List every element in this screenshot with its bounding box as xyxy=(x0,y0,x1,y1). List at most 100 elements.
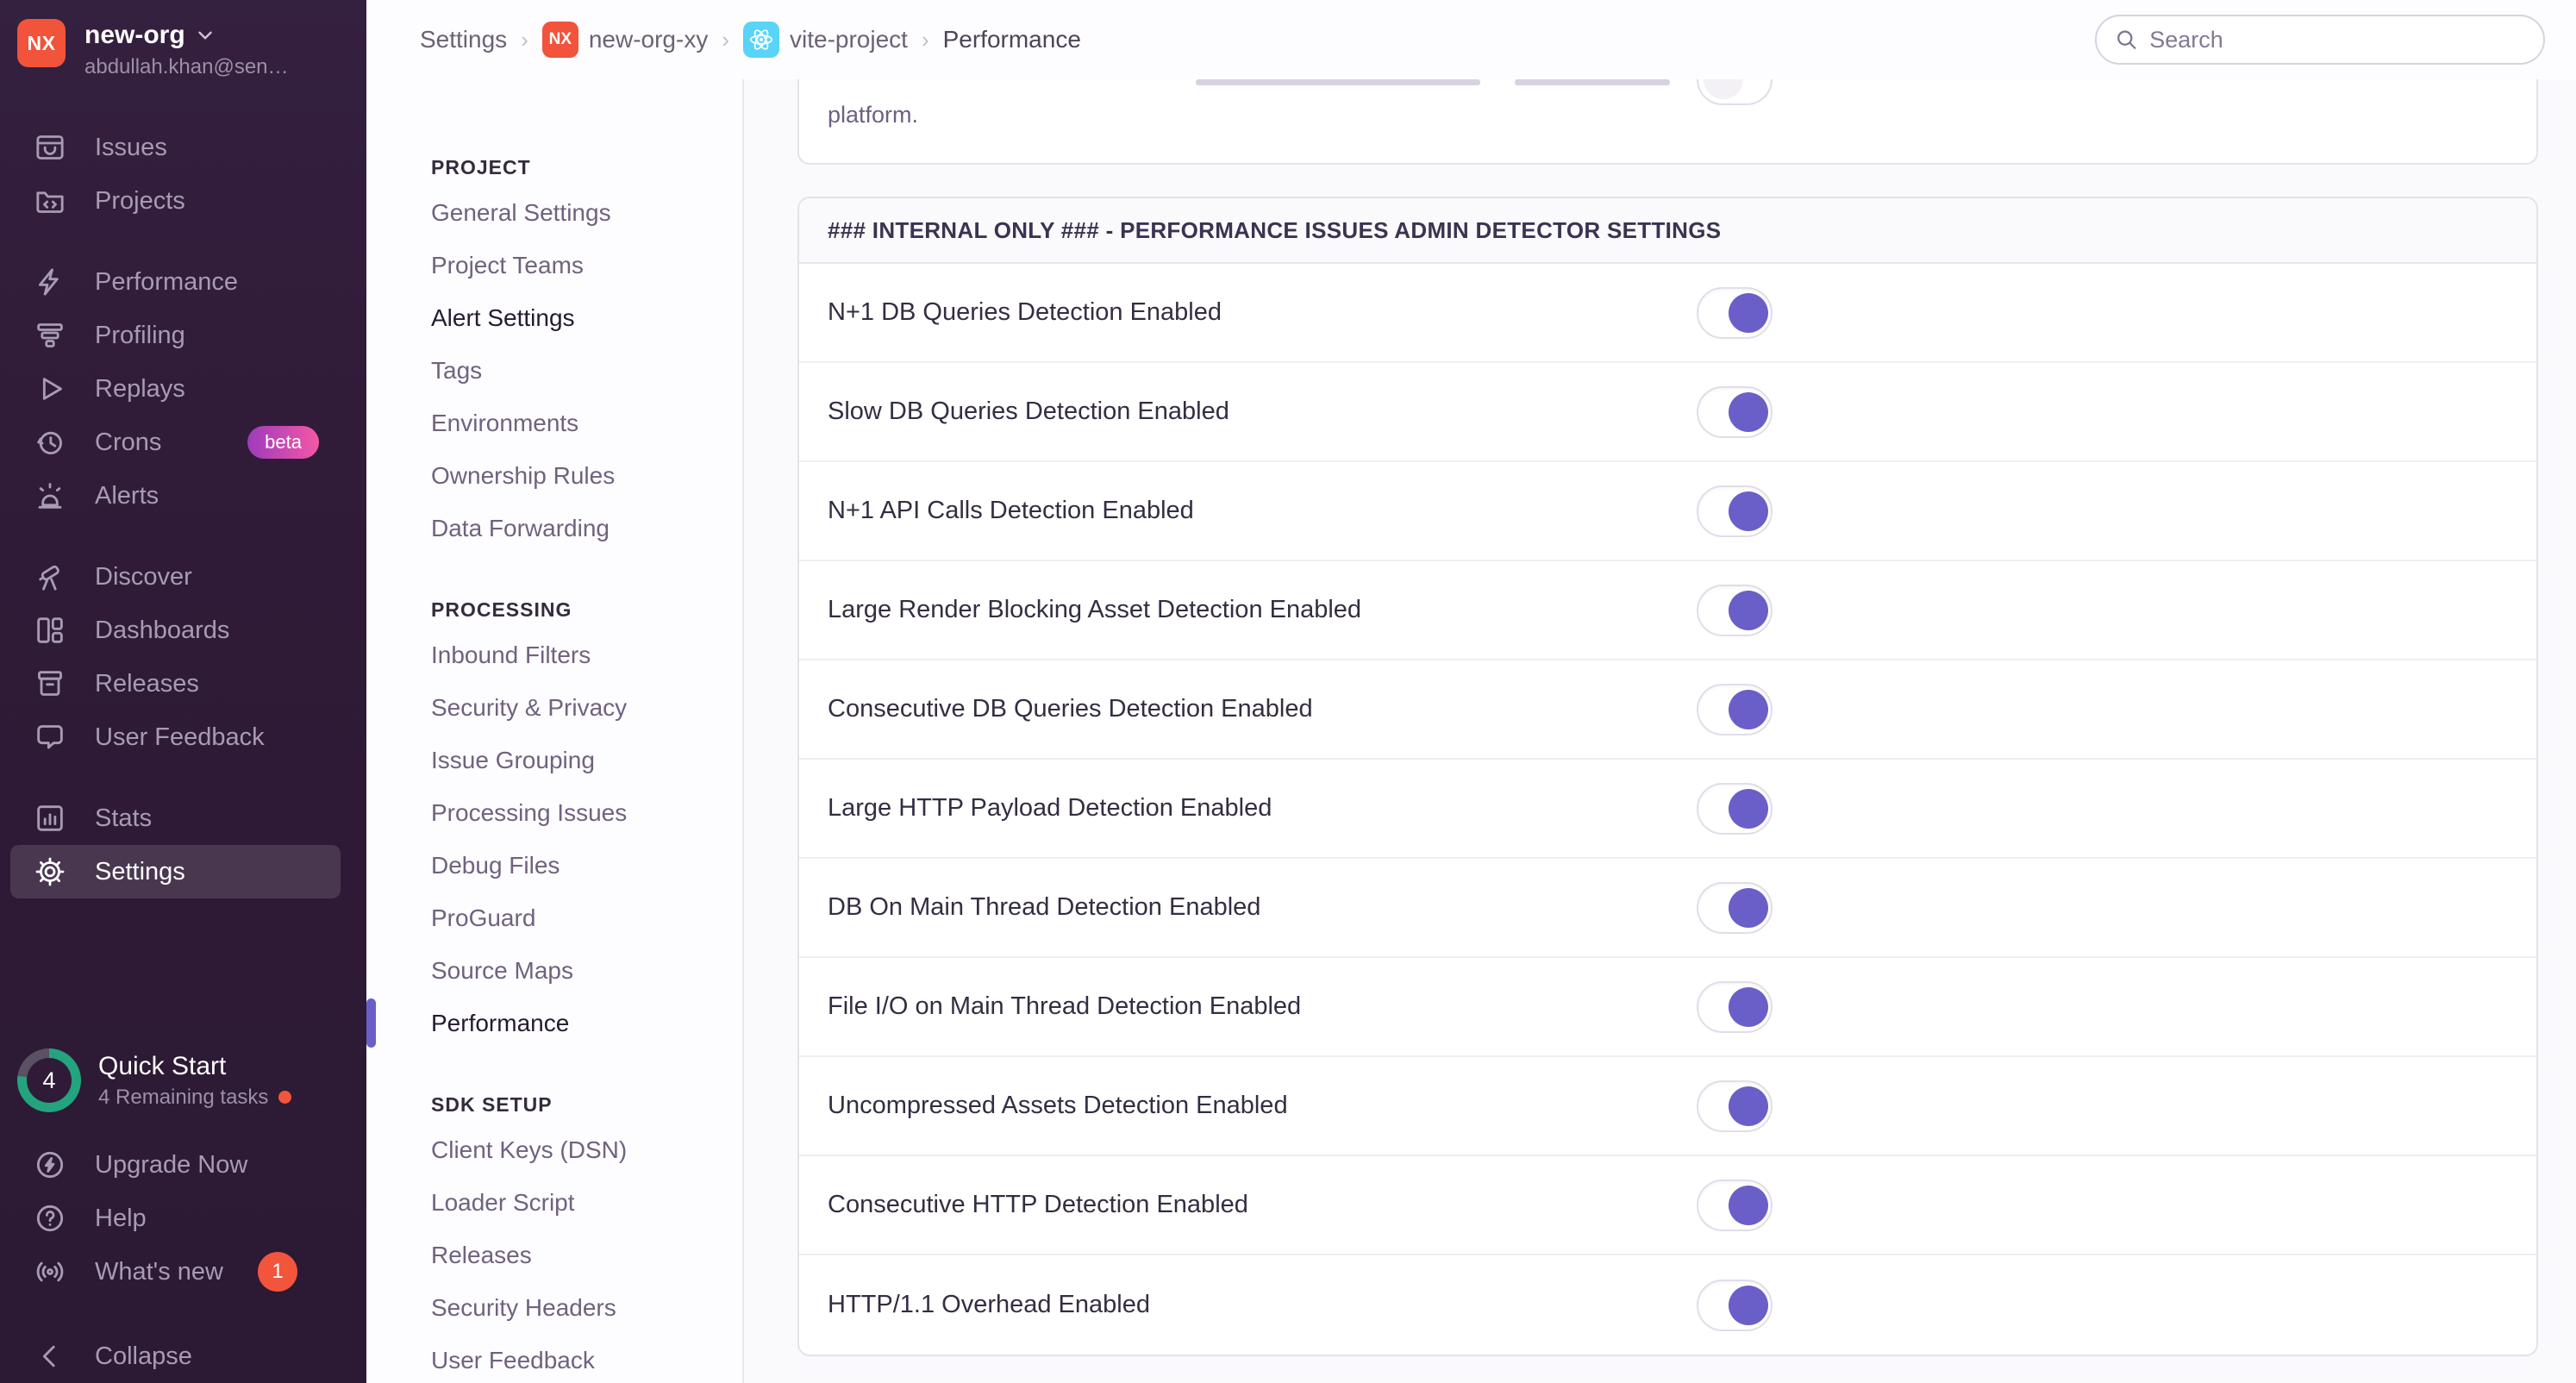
setting-row: DB On Main Thread Detection Enabled xyxy=(799,859,2536,958)
subnav-section-project: PROJECT xyxy=(431,155,531,178)
setting-label: HTTP/1.1 Overhead Enabled xyxy=(828,1291,1150,1318)
search-input[interactable] xyxy=(2149,26,2526,53)
sidebar-item-help[interactable]: Help xyxy=(10,1192,341,1245)
search-box[interactable] xyxy=(2095,15,2545,65)
subnav-item-tags[interactable]: Tags xyxy=(366,344,742,397)
toggle-consecutive-http[interactable] xyxy=(1697,1179,1773,1231)
subnav-item-processing-issues[interactable]: Processing Issues xyxy=(366,786,742,839)
sidebar-item-label: Upgrade Now xyxy=(95,1150,248,1179)
sidebar-item-label: Issues xyxy=(95,133,167,161)
subnav-item-ownership-rules[interactable]: Ownership Rules xyxy=(366,449,742,502)
sidebar-item-replays[interactable]: Replays xyxy=(10,362,341,416)
breadcrumb-chevron-icon: › xyxy=(921,26,929,53)
setting-label: File I/O on Main Thread Detection Enable… xyxy=(828,992,1302,1020)
subnav-item-security-headers[interactable]: Security Headers xyxy=(366,1281,742,1334)
subnav-item-security-privacy[interactable]: Security & Privacy xyxy=(366,681,742,734)
setting-label: Large Render Blocking Asset Detection En… xyxy=(828,596,1362,623)
clipped-settings-card: platform. xyxy=(797,79,2538,165)
setting-label: Consecutive HTTP Detection Enabled xyxy=(828,1191,1248,1218)
sidebar-item-issues[interactable]: Issues xyxy=(10,121,341,174)
setting-row: HTTP/1.1 Overhead Enabled xyxy=(799,1255,2536,1355)
sidebar-item-projects[interactable]: Projects xyxy=(10,174,341,228)
clipped-text-fragment xyxy=(1196,79,1480,85)
subnav-item-general-settings[interactable]: General Settings xyxy=(366,186,742,239)
toggle-clipped-setting[interactable] xyxy=(1697,79,1773,105)
sidebar-item-label: Stats xyxy=(95,804,153,832)
subnav-item-proguard[interactable]: ProGuard xyxy=(366,892,742,944)
setting-row: Consecutive DB Queries Detection Enabled xyxy=(799,660,2536,760)
breadcrumb-org-label: new-org-xy xyxy=(588,26,709,53)
toggle-http11-overhead[interactable] xyxy=(1697,1279,1773,1331)
sidebar-item-crons[interactable]: Crons beta xyxy=(10,416,341,469)
subnav-item-alert-settings[interactable]: Alert Settings xyxy=(366,291,742,344)
toggle-uncompressed-assets[interactable] xyxy=(1697,1079,1773,1132)
setting-label: Large HTTP Payload Detection Enabled xyxy=(828,794,1272,822)
toggle-large-render-blocking-asset[interactable] xyxy=(1697,584,1773,636)
subnav-item-client-keys[interactable]: Client Keys (DSN) xyxy=(366,1123,742,1176)
subnav-item-debug-files[interactable]: Debug Files xyxy=(366,839,742,892)
subnav-item-releases[interactable]: Releases xyxy=(366,1229,742,1281)
breadcrumb-settings[interactable]: Settings xyxy=(420,26,507,53)
subnav-item-performance[interactable]: Performance xyxy=(366,997,742,1049)
whats-new-icon xyxy=(33,1255,67,1289)
toggle-db-on-main-thread[interactable] xyxy=(1697,881,1773,934)
org-avatar: NX xyxy=(17,19,66,67)
clipped-description-text: platform. xyxy=(828,102,919,128)
setting-label: N+1 DB Queries Detection Enabled xyxy=(828,298,1222,326)
breadcrumb-project-label: vite-project xyxy=(790,26,908,53)
subnav-item-issue-grouping[interactable]: Issue Grouping xyxy=(366,734,742,786)
sidebar-item-discover[interactable]: Discover xyxy=(10,550,341,604)
toggle-n1-db-queries[interactable] xyxy=(1697,286,1773,339)
subnav-item-loader-script[interactable]: Loader Script xyxy=(366,1176,742,1229)
breadcrumb-project[interactable]: vite-project xyxy=(743,22,908,58)
clipped-text-fragment xyxy=(1515,79,1670,85)
sidebar-item-label: Discover xyxy=(95,562,192,591)
sidebar-item-profiling[interactable]: Profiling xyxy=(10,309,341,362)
setting-row: N+1 DB Queries Detection Enabled xyxy=(799,264,2536,363)
sidebar-item-whats-new[interactable]: What's new 1 xyxy=(10,1245,341,1299)
primary-nav: Issues Projects Performance Profiling Re… xyxy=(0,121,366,898)
sidebar-item-upgrade-now[interactable]: Upgrade Now xyxy=(10,1138,341,1192)
toggle-large-http-payload[interactable] xyxy=(1697,782,1773,835)
sidebar-item-performance[interactable]: Performance xyxy=(10,255,341,309)
org-chip: NX xyxy=(541,22,578,58)
subnav-item-source-maps[interactable]: Source Maps xyxy=(366,944,742,997)
sidebar-item-dashboards[interactable]: Dashboards xyxy=(10,604,341,657)
admin-detector-settings-card: ### INTERNAL ONLY ### - PERFORMANCE ISSU… xyxy=(797,197,2538,1356)
subnav-section-sdk-setup: SDK SETUP xyxy=(431,1092,553,1116)
org-switcher[interactable]: NX new-org abdullah.khan@sen… xyxy=(0,0,366,79)
settings-gear-icon xyxy=(33,854,67,889)
setting-row: Consecutive HTTP Detection Enabled xyxy=(799,1156,2536,1255)
toggle-consecutive-db-queries[interactable] xyxy=(1697,683,1773,735)
card-header: ### INTERNAL ONLY ### - PERFORMANCE ISSU… xyxy=(799,198,2536,264)
sidebar-item-user-feedback[interactable]: User Feedback xyxy=(10,710,341,764)
chevron-down-icon xyxy=(197,31,212,40)
subnav-item-data-forwarding[interactable]: Data Forwarding xyxy=(366,502,742,554)
sidebar-item-alerts[interactable]: Alerts xyxy=(10,469,341,523)
toggle-file-io-main-thread[interactable] xyxy=(1697,980,1773,1033)
sidebar-item-label: Help xyxy=(95,1204,147,1232)
sidebar-item-label: User Feedback xyxy=(95,723,265,751)
subnav-item-project-teams[interactable]: Project Teams xyxy=(366,239,742,291)
sidebar-item-releases[interactable]: Releases xyxy=(10,657,341,710)
search-icon xyxy=(2117,30,2136,49)
setting-row: Large HTTP Payload Detection Enabled xyxy=(799,760,2536,859)
quick-start-panel-button[interactable]: 4 Quick Start 4 Remaining tasks xyxy=(0,1048,366,1138)
sidebar-item-collapse[interactable]: Collapse xyxy=(10,1330,341,1383)
performance-settings-content: platform. ### INTERNAL ONLY ### - PERFOR… xyxy=(744,79,2576,1383)
breadcrumb-organization[interactable]: NX new-org-xy xyxy=(541,22,709,58)
quick-start-title: Quick Start xyxy=(98,1051,227,1080)
sidebar-item-settings[interactable]: Settings xyxy=(10,845,341,898)
subnav-item-environments[interactable]: Environments xyxy=(366,397,742,449)
setting-row: Large Render Blocking Asset Detection En… xyxy=(799,561,2536,660)
issues-icon xyxy=(33,130,67,165)
sidebar-item-label: Projects xyxy=(95,186,185,215)
subnav-item-user-feedback[interactable]: User Feedback xyxy=(366,1334,742,1383)
toggle-slow-db-queries[interactable] xyxy=(1697,385,1773,438)
sidebar-item-stats[interactable]: Stats xyxy=(10,792,341,845)
sidebar-item-label: Alerts xyxy=(95,481,159,510)
sidebar-item-label: Replays xyxy=(95,374,185,403)
subnav-item-inbound-filters[interactable]: Inbound Filters xyxy=(366,629,742,681)
setting-label: N+1 API Calls Detection Enabled xyxy=(828,497,1194,524)
toggle-n1-api-calls[interactable] xyxy=(1697,485,1773,537)
